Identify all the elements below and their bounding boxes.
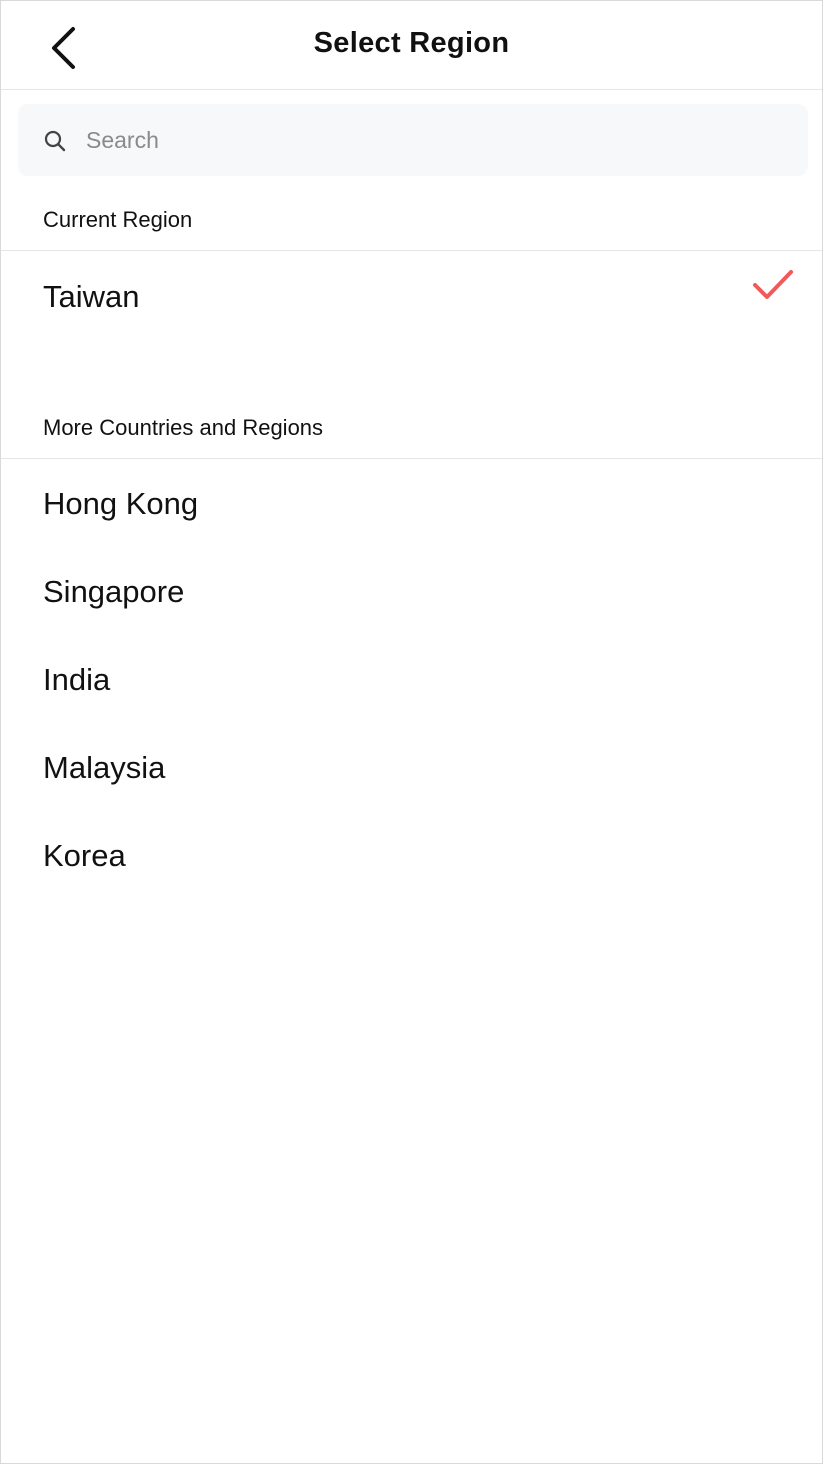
list-item-label: Korea (43, 838, 126, 873)
list-item-label: Singapore (43, 574, 185, 609)
section-label: More Countries and Regions (43, 415, 324, 440)
section-label: Current Region (43, 207, 193, 232)
section-header-more-regions: More Countries and Regions (1, 415, 822, 459)
list-item-india[interactable]: India (1, 635, 822, 723)
list-item-label: Hong Kong (43, 486, 199, 521)
list-item-taiwan[interactable]: Taiwan (1, 251, 822, 339)
search-input[interactable] (86, 120, 786, 160)
nav-bar: Select Region (1, 1, 822, 90)
page-title: Select Region (313, 27, 510, 59)
screen: Select Region Current Region Taiwan More… (0, 0, 823, 1464)
list-item-malaysia[interactable]: Malaysia (1, 723, 822, 811)
section-header-current-region: Current Region (1, 207, 822, 251)
list-item-singapore[interactable]: Singapore (1, 547, 822, 635)
check-icon (753, 270, 793, 299)
list-item-korea[interactable]: Korea (1, 811, 822, 899)
list-item-label: Taiwan (43, 279, 140, 314)
search-icon (44, 130, 66, 152)
search-bar[interactable] (18, 104, 808, 176)
list-item-hong-kong[interactable]: Hong Kong (1, 459, 822, 547)
list-item-label: Malaysia (43, 750, 166, 785)
list-item-label: India (43, 662, 111, 697)
